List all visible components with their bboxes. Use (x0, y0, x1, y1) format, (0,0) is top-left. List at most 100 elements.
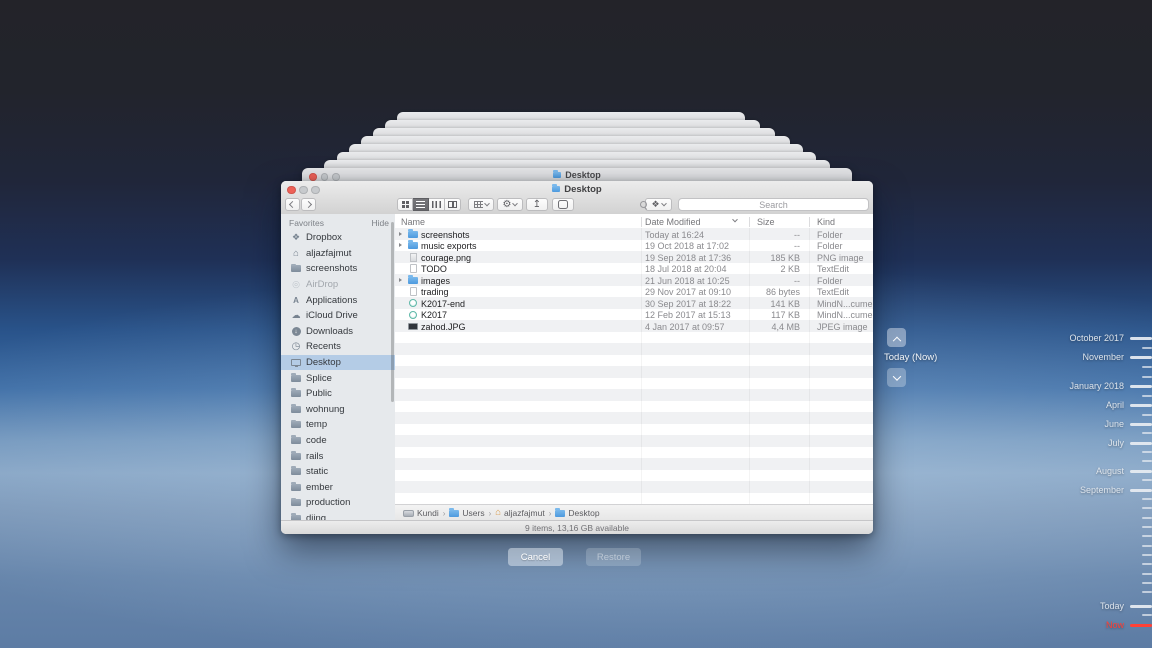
timeline-forward-button[interactable] (887, 328, 906, 347)
timeline-tick[interactable] (1142, 586, 1152, 598)
back-button[interactable] (285, 198, 300, 211)
file-row[interactable]: K201712 Feb 2017 at 15:13117 KBMindN...c… (395, 309, 873, 321)
disclosure-triangle-icon[interactable] (399, 232, 402, 236)
timeline-tick-mark (1142, 347, 1152, 349)
timeline-tick-mark (1142, 526, 1152, 528)
timeline-january-2018[interactable]: January 2018 (1069, 380, 1152, 392)
timeline-tick-mark (1142, 432, 1152, 434)
empty-row (395, 424, 873, 436)
column-header-size[interactable]: Size (757, 217, 775, 227)
list-view-icon (416, 201, 425, 208)
sidebar-item-desktop[interactable]: Desktop (281, 355, 395, 371)
timeline-tick-mark (1142, 451, 1152, 453)
image-file-icon (410, 253, 417, 262)
file-row[interactable]: TODO18 Jul 2018 at 20:042 KBTextEdit (395, 263, 873, 275)
timeline-tick-mark (1142, 498, 1152, 500)
tags-button[interactable] (552, 198, 574, 211)
folder-icon (291, 484, 301, 491)
dropbox-button[interactable]: ❖ (645, 198, 672, 211)
sidebar-item-splice[interactable]: Splice (281, 370, 395, 386)
sidebar-item-temp[interactable]: temp (281, 417, 395, 433)
column-divider[interactable] (809, 217, 810, 228)
file-date-modified: 12 Feb 2017 at 15:13 (645, 310, 731, 320)
folder-icon (291, 468, 301, 475)
sidebar-item-applications[interactable]: AApplications (281, 292, 395, 308)
file-date-modified: Today at 16:24 (645, 230, 704, 240)
sidebar-item-label: wohnung (306, 404, 345, 415)
file-name: TODO (421, 264, 447, 274)
timeline-tick-mark (1142, 460, 1152, 462)
file-date-modified: 4 Jan 2017 at 09:57 (645, 322, 725, 332)
coverflow-view-button[interactable] (445, 198, 461, 211)
file-row[interactable]: music exports19 Oct 2018 at 17:02--Folde… (395, 240, 873, 252)
sidebar-item-aljazfajmut[interactable]: ⌂aljazfajmut (281, 246, 395, 262)
path-item-aljazfajmut[interactable]: ⌂aljazfajmut (495, 508, 544, 518)
disclosure-triangle-icon[interactable] (399, 243, 402, 247)
search-input[interactable] (678, 198, 869, 211)
column-divider[interactable] (749, 217, 750, 228)
timeline-back-button[interactable] (887, 368, 906, 387)
column-header-date-modified[interactable]: Date Modified (645, 217, 701, 227)
titlebar[interactable]: Desktop (281, 181, 873, 196)
sidebar-item-production[interactable]: production (281, 495, 395, 511)
file-size: -- (725, 241, 800, 251)
forward-button[interactable] (301, 198, 316, 211)
timeline-bar (1130, 385, 1152, 388)
file-row[interactable]: zahod.JPG4 Jan 2017 at 09:574,4 MBJPEG i… (395, 320, 873, 332)
sidebar-item-icloud-drive[interactable]: ☁ iCloud Drive (281, 308, 395, 324)
path-item-kundi[interactable]: Kundi (403, 508, 439, 518)
file-row[interactable]: courage.png19 Sep 2018 at 17:36185 KBPNG… (395, 251, 873, 263)
file-name: zahod.JPG (421, 322, 466, 332)
window-title: Desktop (281, 184, 873, 195)
timeline-bar (1130, 404, 1152, 407)
column-header-name[interactable]: Name (401, 217, 425, 227)
sidebar-item-recents[interactable]: ◷Recents (281, 339, 395, 355)
sidebar-item-label: static (306, 466, 328, 477)
sidebar-item-ember[interactable]: ember (281, 480, 395, 496)
disclosure-triangle-icon[interactable] (399, 278, 402, 282)
file-row[interactable]: trading29 Nov 2017 at 09:1086 bytesTextE… (395, 286, 873, 298)
column-view-button[interactable] (429, 198, 445, 211)
path-item-desktop[interactable]: Desktop (555, 508, 599, 518)
sidebar-item-screenshots[interactable]: screenshots (281, 261, 395, 277)
sidebar-item-static[interactable]: static (281, 464, 395, 480)
list-view-button[interactable] (413, 198, 429, 211)
hide-sidebar-button[interactable]: Hide (372, 218, 389, 228)
icloud-icon: ☁ (292, 310, 301, 321)
path-separator: › (549, 509, 552, 518)
sidebar-item-code[interactable]: code (281, 433, 395, 449)
sidebar-scrollbar[interactable] (391, 222, 394, 402)
sidebar-item-airdrop[interactable]: ◎AirDrop (281, 277, 395, 293)
sidebar-item-label: screenshots (306, 263, 357, 274)
sidebar-item-public[interactable]: Public (281, 386, 395, 402)
sidebar-item-label: iCloud Drive (306, 310, 358, 321)
timeline-now[interactable]: Now (1106, 619, 1152, 631)
file-row[interactable]: K2017-end30 Sep 2017 at 18:22141 KBMindN… (395, 297, 873, 309)
folder-icon (552, 186, 560, 192)
empty-row (395, 412, 873, 424)
sidebar-item-label: rails (306, 451, 323, 462)
restore-button[interactable]: Restore (586, 548, 641, 566)
sidebar-item-label: temp (306, 419, 327, 430)
sidebar-item-downloads[interactable]: ↓Downloads (281, 324, 395, 340)
file-row[interactable]: images21 Jun 2018 at 10:25--Folder (395, 274, 873, 286)
file-row[interactable]: screenshotsToday at 16:24--Folder (395, 228, 873, 240)
path-item-users[interactable]: Users (449, 508, 484, 518)
column-divider[interactable] (641, 217, 642, 228)
icon-view-button[interactable] (397, 198, 413, 211)
status-bar: 9 items, 13,16 GB available (281, 520, 873, 534)
action-button[interactable]: ⚙ (497, 198, 523, 211)
timeline-october-2017[interactable]: October 2017 (1069, 332, 1152, 344)
cancel-button[interactable]: Cancel (508, 548, 563, 566)
sidebar-item-rails[interactable]: rails (281, 448, 395, 464)
file-name: images (421, 276, 450, 286)
sidebar-item-dropbox[interactable]: ❖Dropbox (281, 230, 395, 246)
column-header-kind[interactable]: Kind (817, 217, 835, 227)
current-snapshot-label: Today (Now) (884, 352, 937, 363)
share-button[interactable]: ↥ (526, 198, 548, 211)
dropbox-icon: ❖ (651, 200, 659, 209)
empty-row (395, 458, 873, 470)
sidebar-item-wohnung[interactable]: wohnung (281, 402, 395, 418)
group-button[interactable] (468, 198, 494, 211)
chevron-up-icon (892, 336, 900, 344)
